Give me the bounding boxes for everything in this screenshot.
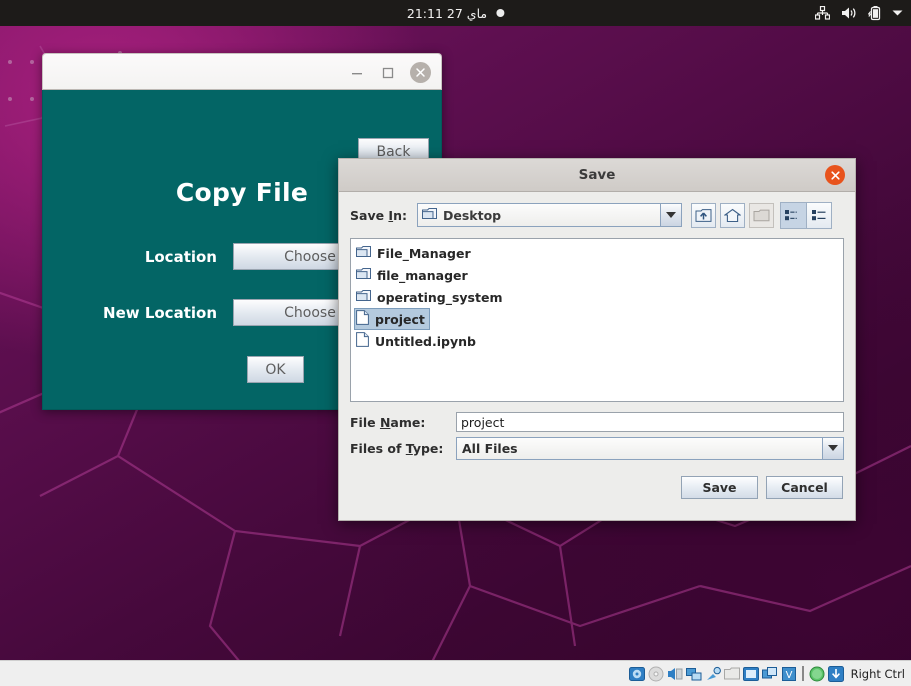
folder-icon <box>356 289 371 305</box>
cancel-button[interactable]: Cancel <box>766 476 843 499</box>
files-of-type-dropdown-arrow[interactable] <box>822 437 843 459</box>
location-label: Location <box>144 247 217 266</box>
list-item[interactable]: File_Manager <box>354 242 476 264</box>
hard-disk-icon[interactable] <box>628 666 645 682</box>
save-in-combobox[interactable]: Desktop <box>416 203 682 227</box>
save-in-row: Save In: Desktop <box>350 201 844 229</box>
files-of-type-combobox[interactable]: All Files <box>456 436 844 460</box>
save-dialog-toolbar <box>690 201 832 229</box>
minimize-button[interactable] <box>347 63 366 82</box>
file-icon <box>356 310 369 328</box>
list-view-button[interactable] <box>780 202 806 228</box>
svg-text:V: V <box>785 670 792 681</box>
save-in-value-wrap: Desktop <box>417 204 660 226</box>
folder-icon <box>421 207 437 223</box>
list-item[interactable]: Untitled.ipynb <box>354 330 481 352</box>
folder-icon <box>356 267 371 283</box>
up-folder-button[interactable] <box>690 202 716 228</box>
save-in-dropdown-arrow[interactable] <box>659 204 681 226</box>
save-dialog-fields: File Name: project Files of Type: All Fi… <box>350 411 844 460</box>
save-dialog-actions: Save Cancel <box>350 476 844 499</box>
list-item-label: operating_system <box>377 289 503 305</box>
display-icon[interactable] <box>742 666 759 682</box>
save-dialog-titlebar[interactable]: Save <box>339 159 855 192</box>
file-list[interactable]: File_Manager file_manager operating_system… <box>350 238 844 402</box>
file-icon <box>356 332 369 350</box>
home-button[interactable] <box>719 202 745 228</box>
list-item-label: File_Manager <box>377 245 471 261</box>
recording-icon[interactable] <box>761 666 778 682</box>
folder-icon <box>356 245 371 261</box>
chevron-down-icon <box>665 212 676 218</box>
save-dialog: Save Save In: Desktop File_Manager file_… <box>338 158 856 521</box>
view-mode-group <box>779 201 832 229</box>
save-button[interactable]: Save <box>681 476 758 499</box>
files-of-type-value: All Files <box>457 437 822 459</box>
usb-icon[interactable] <box>705 666 721 682</box>
save-dialog-close-button[interactable] <box>825 165 845 185</box>
list-item-label: project <box>375 311 425 327</box>
new-folder-button <box>748 202 774 228</box>
ok-button[interactable]: OK <box>247 356 304 383</box>
new-location-label: New Location <box>103 303 217 322</box>
clock-text: ماي 27 21:11 <box>406 5 488 21</box>
save-in-label: Save In: <box>350 207 407 223</box>
list-item-label: Untitled.ipynb <box>375 333 476 349</box>
file-name-input[interactable]: project <box>456 412 844 432</box>
shared-folder-icon[interactable] <box>723 666 740 682</box>
chevron-down-icon <box>828 445 838 451</box>
save-dialog-content: Save In: Desktop File_Manager file_manag… <box>339 192 855 499</box>
list-item[interactable]: project <box>354 308 430 330</box>
vm-features-icon[interactable]: V <box>781 666 797 682</box>
file-name-row: File Name: project <box>350 411 844 433</box>
screen: ماي 27 21:11 Back Copy File Location Cho… <box>0 0 911 686</box>
details-view-button[interactable] <box>805 202 831 228</box>
file-name-label: File Name: <box>350 414 426 430</box>
mouse-integration-icon[interactable] <box>809 666 825 682</box>
status-divider <box>801 666 804 681</box>
network-icon[interactable] <box>815 6 830 20</box>
list-item[interactable]: file_manager <box>354 264 473 286</box>
files-of-type-label: Files of Type: <box>350 440 444 456</box>
optical-disk-icon[interactable] <box>648 666 664 682</box>
virtualbox-status-bar: V Right Ctrl <box>0 660 911 686</box>
volume-icon[interactable] <box>841 6 857 20</box>
system-tray <box>815 5 903 21</box>
battery-icon[interactable] <box>868 5 881 21</box>
recording-dot-icon <box>496 9 505 17</box>
list-item-label: file_manager <box>377 267 468 283</box>
host-key-icon[interactable] <box>827 665 844 682</box>
top-panel: ماي 27 21:11 <box>0 0 911 26</box>
chevron-down-icon[interactable] <box>892 9 903 17</box>
copy-file-titlebar[interactable] <box>42 53 442 90</box>
audio-icon[interactable] <box>667 666 683 682</box>
network-adapter-icon[interactable] <box>685 666 702 682</box>
list-item[interactable]: operating_system <box>354 286 507 308</box>
host-key-label: Right Ctrl <box>850 666 905 681</box>
clock-area[interactable]: ماي 27 21:11 <box>406 5 505 21</box>
files-of-type-row: Files of Type: All Files <box>350 436 844 460</box>
close-button[interactable] <box>410 62 431 83</box>
maximize-button[interactable] <box>378 63 397 82</box>
save-dialog-title: Save <box>578 167 616 183</box>
save-in-value: Desktop <box>442 207 502 223</box>
